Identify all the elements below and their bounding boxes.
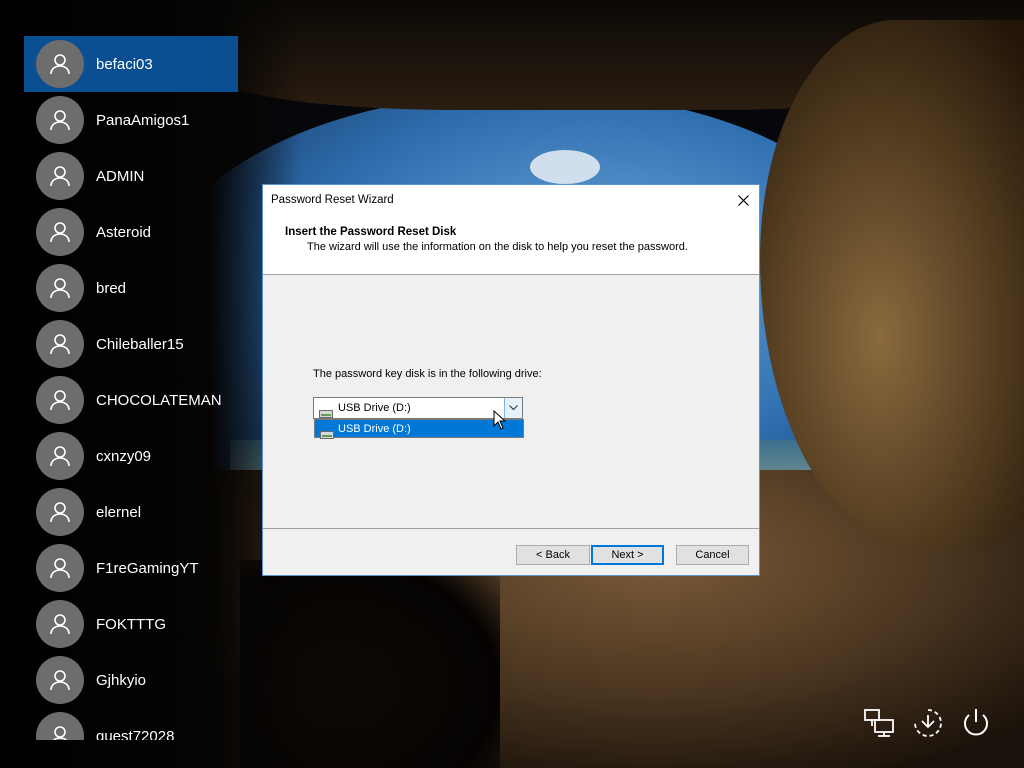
drive-prompt-label: The password key disk is in the followin… xyxy=(313,368,542,380)
user-avatar-icon xyxy=(36,712,84,740)
user-name: bred xyxy=(96,279,127,297)
user-name: Gjhkyio xyxy=(96,671,147,689)
drive-select[interactable]: USB Drive (D:) xyxy=(313,397,523,419)
footer-divider xyxy=(263,528,759,529)
user-name: ADMIN xyxy=(96,167,145,185)
user-item-chileballer15[interactable]: Chileballer15 xyxy=(24,316,238,372)
user-item-panaamigos1[interactable]: PanaAmigos1 xyxy=(24,92,238,148)
user-avatar-icon xyxy=(36,40,84,88)
user-avatar-icon xyxy=(36,152,84,200)
user-avatar-icon xyxy=(36,544,84,592)
dialog-titlebar[interactable]: Password Reset Wizard xyxy=(263,185,759,215)
user-item-elernel[interactable]: elernel xyxy=(24,484,238,540)
user-name: Asteroid xyxy=(96,223,152,241)
user-item-cxnzy09[interactable]: cxnzy09 xyxy=(24,428,238,484)
user-item-chocolateman[interactable]: CHOCOLATEMAN xyxy=(24,372,238,428)
user-avatar-icon xyxy=(36,656,84,704)
password-reset-wizard-dialog: Password Reset Wizard Insert the Passwor… xyxy=(262,184,760,576)
user-item-f1regamingyt[interactable]: F1reGamingYT xyxy=(24,540,238,596)
user-name: FOKTTTG xyxy=(96,615,166,633)
user-item-gjhkyio[interactable]: Gjhkyio xyxy=(24,652,238,708)
wizard-step-description: The wizard will use the information on t… xyxy=(307,241,688,253)
network-icon[interactable] xyxy=(862,706,896,740)
user-avatar-icon xyxy=(36,600,84,648)
user-avatar-icon xyxy=(36,488,84,536)
next-button[interactable]: Next > xyxy=(591,545,664,565)
user-item-admin[interactable]: ADMIN xyxy=(24,148,238,204)
user-avatar-icon xyxy=(36,264,84,312)
user-name: PanaAmigos1 xyxy=(96,111,190,129)
user-name: Chileballer15 xyxy=(96,335,184,353)
drive-option[interactable]: USB Drive (D:) xyxy=(315,420,523,439)
ease-of-access-icon[interactable] xyxy=(911,706,945,740)
mouse-pointer-icon xyxy=(493,409,507,436)
wizard-header: Insert the Password Reset Disk The wizar… xyxy=(263,215,759,275)
drive-select-value: USB Drive (D:) xyxy=(338,402,411,414)
user-avatar-icon xyxy=(36,208,84,256)
dialog-title: Password Reset Wizard xyxy=(271,194,394,206)
user-item-asteroid[interactable]: Asteroid xyxy=(24,204,238,260)
user-avatar-icon xyxy=(36,432,84,480)
wizard-step-title: Insert the Password Reset Disk xyxy=(285,226,457,238)
user-list: befaci03 PanaAmigos1 ADMIN Asteroid bred… xyxy=(24,36,238,740)
user-name: befaci03 xyxy=(96,55,153,73)
user-name: elernel xyxy=(96,503,142,521)
user-avatar-icon xyxy=(36,320,84,368)
cancel-button[interactable]: Cancel xyxy=(676,545,749,565)
user-item-guest72028[interactable]: guest72028 xyxy=(24,708,238,740)
power-icon[interactable] xyxy=(959,706,993,740)
user-name: F1reGamingYT xyxy=(96,559,199,577)
user-name: CHOCOLATEMAN xyxy=(96,391,222,409)
close-icon[interactable] xyxy=(727,185,759,215)
drive-option-label: USB Drive (D:) xyxy=(338,423,411,435)
user-name: guest72028 xyxy=(96,727,175,741)
user-name: cxnzy09 xyxy=(96,447,152,465)
user-avatar-icon xyxy=(36,96,84,144)
user-item-fokttg[interactable]: FOKTTTG xyxy=(24,596,238,652)
user-item-befaci03[interactable]: befaci03 xyxy=(24,36,238,92)
usb-drive-icon xyxy=(320,426,334,444)
back-button[interactable]: < Back xyxy=(516,545,590,565)
user-avatar-icon xyxy=(36,376,84,424)
user-item-bred[interactable]: bred xyxy=(24,260,238,316)
